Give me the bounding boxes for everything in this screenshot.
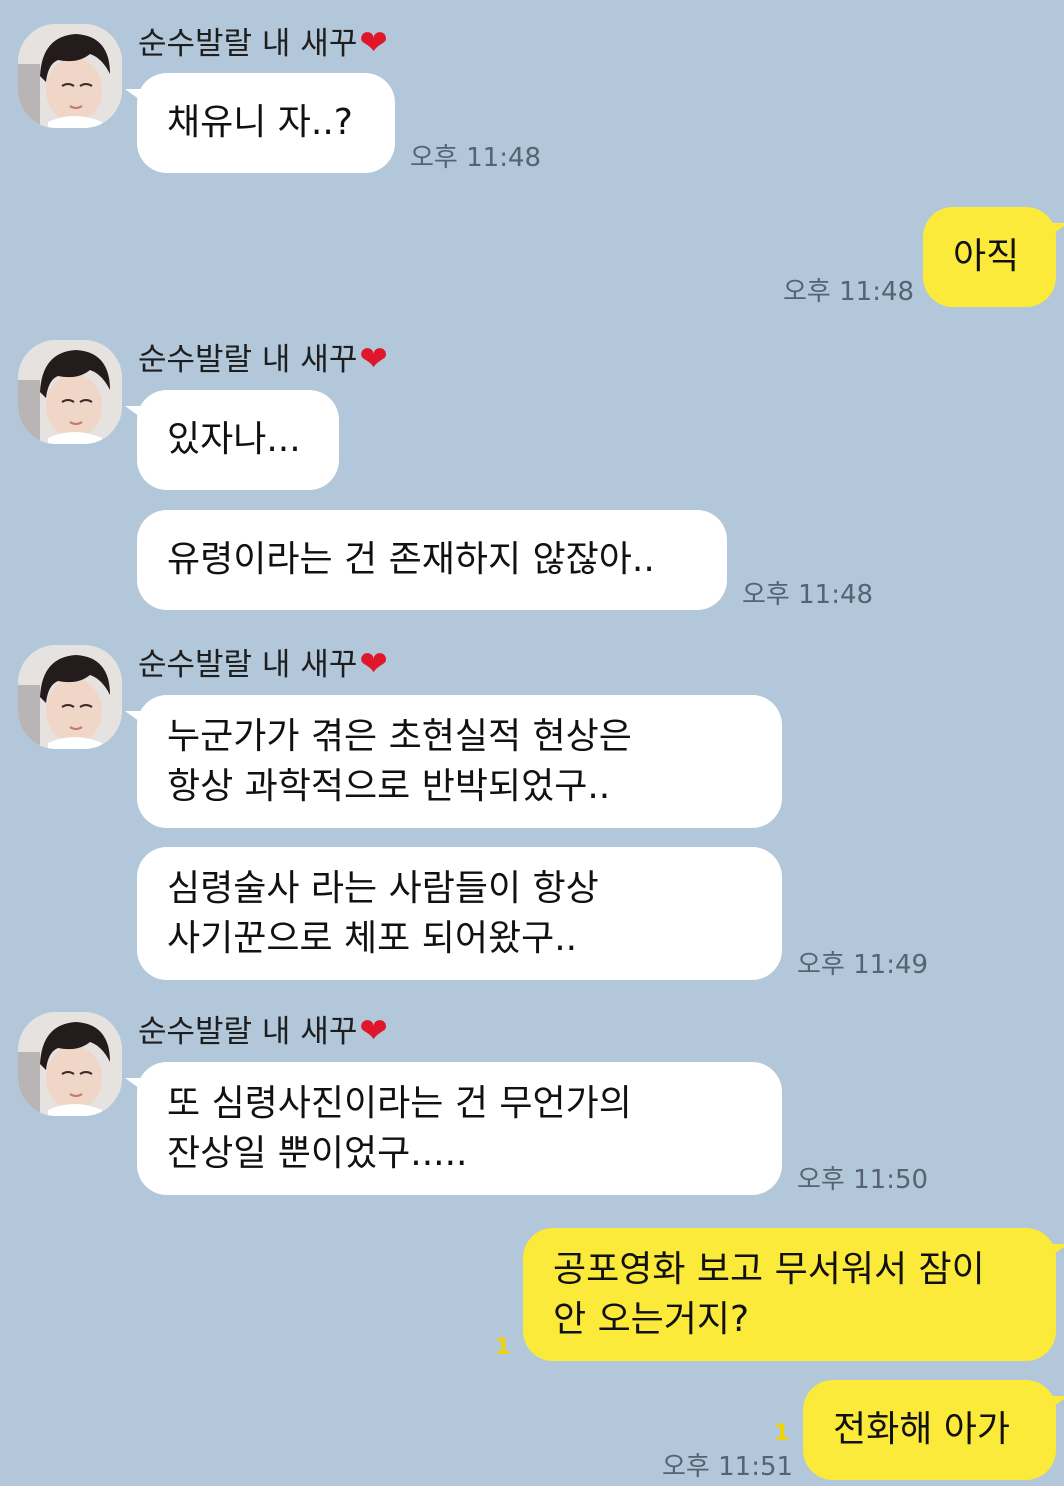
sender-name: 순수발랄 내 새꾸❤ bbox=[138, 1011, 388, 1051]
unread-count: 1 bbox=[495, 1335, 511, 1360]
avatar[interactable] bbox=[18, 1012, 122, 1116]
message-bubble-mine[interactable]: 아직 bbox=[923, 207, 1064, 307]
heart-icon: ❤ bbox=[359, 23, 388, 63]
message-bubble[interactable]: 또 심령사진이라는 건 무언가의 잔상일 뿐이었구..... bbox=[125, 1062, 782, 1195]
heart-icon: ❤ bbox=[359, 339, 388, 379]
unread-count: 1 bbox=[774, 1421, 790, 1446]
message-bubble[interactable]: 유령이라는 건 존재하지 않잖아.. bbox=[137, 510, 727, 610]
heart-icon: ❤ bbox=[359, 1011, 388, 1051]
avatar[interactable] bbox=[18, 645, 122, 749]
message-bubble-mine[interactable]: 공포영화 보고 무서워서 잠이 안 오는거지? bbox=[523, 1228, 1064, 1361]
message-bubble[interactable]: 심령술사 라는 사람들이 항상 사기꾼으로 체포 되어왔구.. bbox=[137, 847, 782, 980]
sender-name: 순수발랄 내 새꾸❤ bbox=[138, 339, 388, 379]
avatar[interactable] bbox=[18, 24, 122, 128]
message-bubble[interactable]: 누군가가 겪은 초현실적 현상은 항상 과학적으로 반박되었구.. bbox=[125, 695, 782, 828]
message-time: 오후 11:49 bbox=[797, 950, 929, 980]
message-bubble[interactable]: 채유니 자..? bbox=[125, 73, 395, 173]
message-bubble-mine[interactable]: 전화해 아가 bbox=[803, 1380, 1064, 1480]
sender-name: 순수발랄 내 새꾸❤ bbox=[138, 23, 388, 63]
heart-icon: ❤ bbox=[359, 644, 388, 684]
sender-name: 순수발랄 내 새꾸❤ bbox=[138, 644, 388, 684]
message-time: 오후 11:50 bbox=[797, 1165, 929, 1195]
message-time: 오후 11:48 bbox=[742, 580, 874, 610]
avatar[interactable] bbox=[18, 340, 122, 444]
message-time: 오후 11:51 bbox=[662, 1452, 794, 1482]
message-bubble[interactable]: 있자나... bbox=[125, 390, 339, 490]
message-time: 오후 11:48 bbox=[783, 277, 915, 307]
message-time: 오후 11:48 bbox=[410, 143, 542, 173]
